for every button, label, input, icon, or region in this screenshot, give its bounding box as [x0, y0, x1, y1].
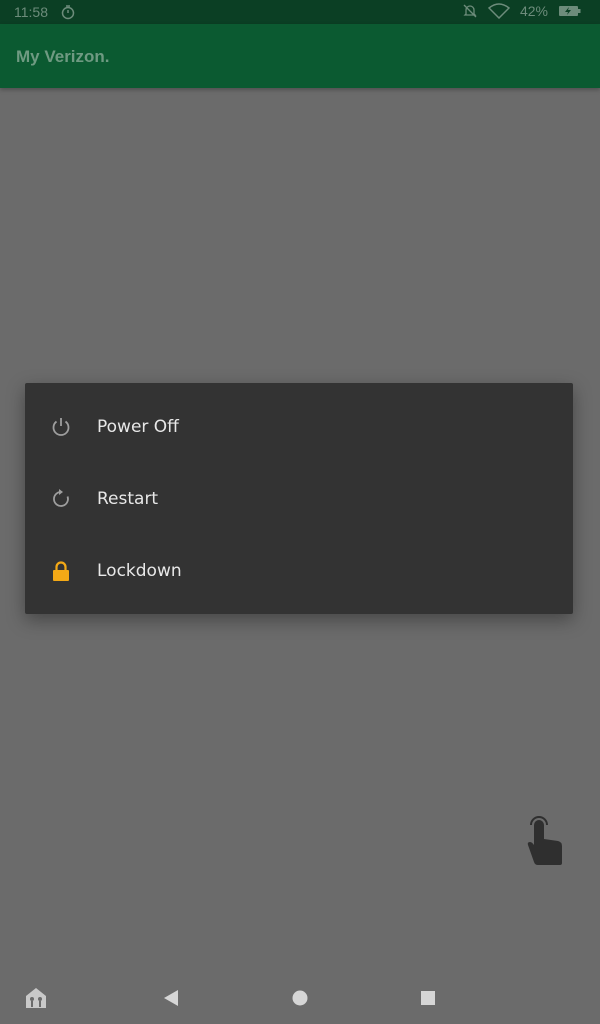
back-icon[interactable]	[160, 986, 184, 1010]
restart-item[interactable]: Restart	[25, 463, 573, 535]
lockdown-item[interactable]: Lockdown	[25, 535, 573, 607]
power-off-label: Power Off	[97, 417, 179, 437]
home-launcher-icon[interactable]	[24, 986, 48, 1010]
timer-icon	[61, 5, 75, 20]
navigation-bar	[0, 972, 600, 1024]
power-icon	[52, 418, 70, 436]
power-menu-dialog: Power Off Restart Lockdown	[25, 383, 573, 614]
touch-hand-icon[interactable]	[522, 815, 566, 867]
recents-icon[interactable]	[416, 986, 440, 1010]
restart-icon	[53, 489, 69, 507]
restart-label: Restart	[97, 489, 159, 509]
lockdown-label: Lockdown	[97, 561, 182, 581]
app-title: My Verizon.	[16, 47, 110, 66]
notifications-off-icon	[463, 4, 477, 18]
lock-icon	[53, 561, 69, 581]
home-icon[interactable]	[288, 986, 312, 1010]
app-bar: My Verizon.	[0, 24, 600, 88]
status-icons: 42%	[462, 3, 582, 19]
wifi-icon	[487, 3, 510, 19]
battery-charging-icon	[559, 6, 581, 16]
status-bar: 11:58 42%	[0, 0, 600, 24]
status-time: 11:58	[14, 4, 48, 20]
battery-percentage: 42%	[519, 3, 548, 19]
power-off-item[interactable]: Power Off	[25, 391, 573, 463]
